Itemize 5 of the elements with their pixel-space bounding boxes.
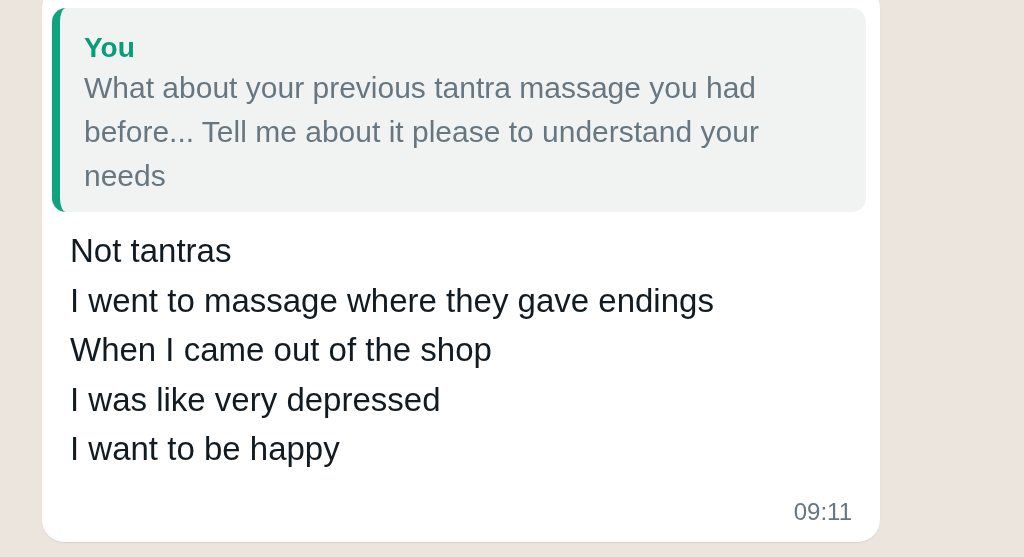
message-text: Not tantras I went to massage where they gave endings When I came out of the shop I was like very depressed I want to be happy (70, 231, 715, 469)
message-time: 09:11 (793, 497, 852, 527)
quote-author: You (84, 31, 136, 65)
quoted-message[interactable]: You What about your previous tantra massage you had before... Tell me about it please to understand your needs (52, 8, 866, 212)
quote-text: What about your previous tantra massage you had before... Tell me about it please to understand your needs (84, 70, 760, 194)
